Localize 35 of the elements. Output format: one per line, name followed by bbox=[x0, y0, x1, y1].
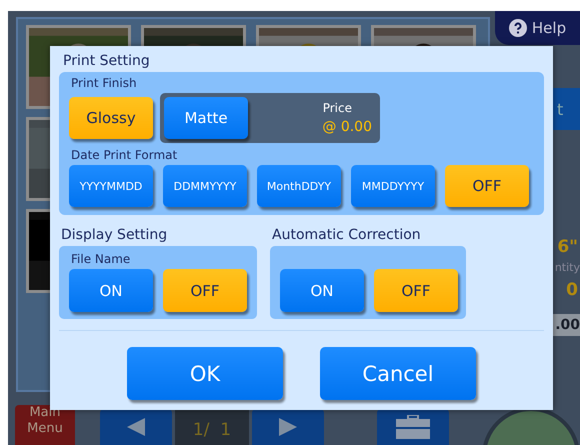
help-icon bbox=[508, 19, 527, 37]
option-button[interactable]: Glossy bbox=[69, 97, 153, 139]
side-button[interactable]: t bbox=[553, 88, 580, 130]
option-button[interactable]: OFF bbox=[374, 269, 458, 312]
ok-button[interactable]: OK bbox=[127, 347, 283, 400]
price-label: Price bbox=[322, 101, 352, 115]
option-button[interactable]: ON bbox=[69, 269, 153, 312]
section-label: Date Print Format bbox=[71, 148, 178, 162]
next-page-button[interactable] bbox=[252, 409, 324, 445]
option-button[interactable]: YYYYMMDD bbox=[69, 165, 153, 207]
previous-page-button[interactable] bbox=[100, 409, 172, 445]
option-button[interactable]: ON bbox=[280, 269, 364, 312]
option-button[interactable]: DDMMYYYY bbox=[163, 165, 247, 207]
toolbox-icon bbox=[396, 415, 430, 439]
section-title: Display Setting bbox=[61, 227, 168, 243]
tools-button[interactable] bbox=[377, 409, 449, 445]
option-button[interactable]: Matte bbox=[164, 97, 248, 139]
page-number: 1/ 1 bbox=[192, 423, 232, 438]
left-triangle-icon bbox=[127, 418, 145, 436]
help-button[interactable]: Help bbox=[495, 11, 580, 45]
option-button[interactable]: MMDDYYYY bbox=[351, 165, 435, 207]
option-button[interactable]: MonthDDYY bbox=[257, 165, 341, 207]
quantity-label: ntity bbox=[554, 261, 580, 274]
section-label: Print Finish bbox=[71, 76, 138, 90]
option-button[interactable]: OFF bbox=[163, 269, 247, 312]
section-label: File Name bbox=[71, 252, 132, 266]
cancel-button[interactable]: Cancel bbox=[320, 347, 476, 400]
option-button[interactable]: OFF bbox=[445, 165, 529, 207]
section-title: Automatic Correction bbox=[272, 227, 422, 243]
right-triangle-icon bbox=[279, 418, 297, 436]
quantity-value: 0 bbox=[566, 280, 579, 300]
print-size: 6" bbox=[557, 237, 579, 257]
price-value: @ 0.00 bbox=[322, 119, 372, 135]
dialog-title: Print Setting bbox=[63, 53, 151, 69]
total-price: .00 bbox=[552, 314, 580, 336]
